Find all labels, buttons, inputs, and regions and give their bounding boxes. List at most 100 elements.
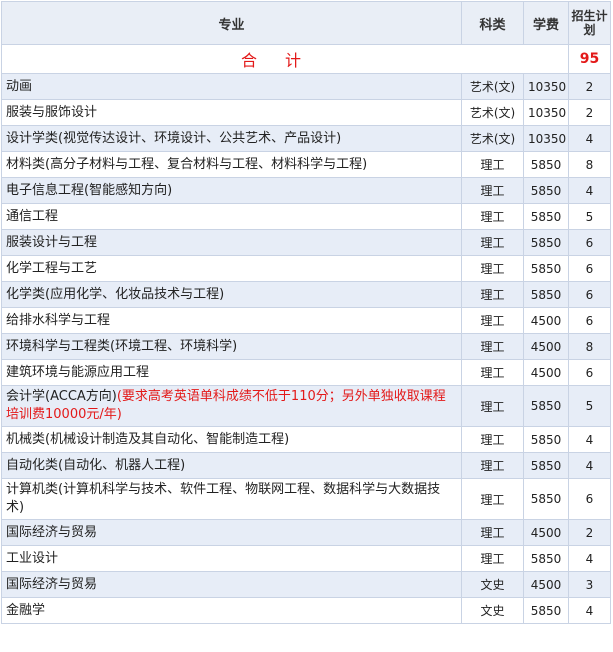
fee-cell: 4500 bbox=[523, 519, 569, 546]
fee-cell: 5850 bbox=[523, 545, 569, 572]
quota-cell: 2 bbox=[568, 99, 611, 126]
fee-cell: 5850 bbox=[523, 478, 569, 520]
quota-cell: 4 bbox=[568, 545, 611, 572]
major-cell: 服装与服饰设计 bbox=[1, 99, 462, 126]
fee-cell: 5850 bbox=[523, 151, 569, 178]
fee-cell: 5850 bbox=[523, 177, 569, 204]
table-row: 建筑环境与能源应用工程 理工 4500 6 bbox=[1, 359, 611, 386]
fee-cell: 4500 bbox=[523, 333, 569, 360]
category-cell: 文史 bbox=[461, 597, 524, 624]
table-row: 工业设计 理工 5850 4 bbox=[1, 545, 611, 572]
quota-cell: 8 bbox=[568, 151, 611, 178]
major-cell: 材料类(高分子材料与工程、复合材料与工程、材料科学与工程) bbox=[1, 151, 462, 178]
fee-cell: 10350 bbox=[523, 125, 569, 152]
table-row: 给排水科学与工程 理工 4500 6 bbox=[1, 307, 611, 334]
major-name: 化学工程与工艺 bbox=[6, 260, 98, 276]
fee-cell: 5850 bbox=[523, 452, 569, 479]
quota-cell: 4 bbox=[568, 597, 611, 624]
category-cell: 理工 bbox=[461, 177, 524, 204]
major-name: 环境科学与工程类(环境工程、环境科学) bbox=[6, 338, 238, 354]
table-row: 化学类(应用化学、化妆品技术与工程) 理工 5850 6 bbox=[1, 281, 611, 308]
quota-cell: 5 bbox=[568, 203, 611, 230]
major-name: 通信工程 bbox=[6, 208, 59, 224]
total-row: 合计 95 bbox=[1, 44, 611, 74]
table-row: 国际经济与贸易 理工 4500 2 bbox=[1, 519, 611, 546]
quota-cell: 3 bbox=[568, 571, 611, 598]
major-name: 会计学(ACCA方向) bbox=[6, 389, 117, 404]
category-cell: 理工 bbox=[461, 545, 524, 572]
major-name: 机械类(机械设计制造及其自动化、智能制造工程) bbox=[6, 431, 290, 447]
header-major: 专业 bbox=[1, 1, 462, 45]
category-cell: 理工 bbox=[461, 359, 524, 386]
major-name: 自动化类(自动化、机器人工程) bbox=[6, 457, 186, 473]
table-row: 材料类(高分子材料与工程、复合材料与工程、材料科学与工程) 理工 5850 8 bbox=[1, 151, 611, 178]
table-row: 服装设计与工程 理工 5850 6 bbox=[1, 229, 611, 256]
table-row: 化学工程与工艺 理工 5850 6 bbox=[1, 255, 611, 282]
table-row: 机械类(机械设计制造及其自动化、智能制造工程) 理工 5850 4 bbox=[1, 426, 611, 453]
table-row: 会计学(ACCA方向)(要求高考英语单科成绩不低于110分；另外单独收取课程培训… bbox=[1, 385, 611, 427]
fee-cell: 10350 bbox=[523, 73, 569, 100]
major-cell: 自动化类(自动化、机器人工程) bbox=[1, 452, 462, 479]
quota-cell: 6 bbox=[568, 255, 611, 282]
major-cell: 设计学类(视觉传达设计、环境设计、公共艺术、产品设计) bbox=[1, 125, 462, 152]
major-name: 国际经济与贸易 bbox=[6, 524, 98, 540]
quota-cell: 4 bbox=[568, 426, 611, 453]
major-name: 化学类(应用化学、化妆品技术与工程) bbox=[6, 286, 225, 302]
major-name: 计算机类(计算机科学与技术、软件工程、物联网工程、数据科学与大数据技术) bbox=[6, 482, 441, 515]
fee-cell: 4500 bbox=[523, 307, 569, 334]
quota-cell: 6 bbox=[568, 229, 611, 256]
major-cell: 电子信息工程(智能感知方向) bbox=[1, 177, 462, 204]
quota-cell: 6 bbox=[568, 307, 611, 334]
major-cell: 化学工程与工艺 bbox=[1, 255, 462, 282]
fee-cell: 4500 bbox=[523, 571, 569, 598]
category-cell: 理工 bbox=[461, 151, 524, 178]
table-row: 电子信息工程(智能感知方向) 理工 5850 4 bbox=[1, 177, 611, 204]
quota-cell: 4 bbox=[568, 125, 611, 152]
major-cell: 工业设计 bbox=[1, 545, 462, 572]
major-cell: 通信工程 bbox=[1, 203, 462, 230]
total-count: 95 bbox=[568, 44, 611, 74]
category-cell: 艺术(文) bbox=[461, 73, 524, 100]
table-row: 计算机类(计算机科学与技术、软件工程、物联网工程、数据科学与大数据技术) 理工 58… bbox=[1, 478, 611, 520]
category-cell: 理工 bbox=[461, 426, 524, 453]
table-row: 环境科学与工程类(环境工程、环境科学) 理工 4500 8 bbox=[1, 333, 611, 360]
enrollment-table: 专业 科类 学费 招生计划 合计 95 动画 艺术(文) 10350 2 服装与服饰设计… bbox=[1, 1, 611, 624]
header-row: 专业 科类 学费 招生计划 bbox=[1, 1, 611, 45]
major-name: 建筑环境与能源应用工程 bbox=[6, 364, 150, 380]
category-cell: 理工 bbox=[461, 452, 524, 479]
quota-cell: 6 bbox=[568, 359, 611, 386]
category-cell: 理工 bbox=[461, 519, 524, 546]
category-cell: 理工 bbox=[461, 307, 524, 334]
major-name: 服装与服饰设计 bbox=[6, 104, 98, 120]
quota-cell: 4 bbox=[568, 177, 611, 204]
table-row: 金融学 文史 5850 4 bbox=[1, 597, 611, 624]
table-row: 通信工程 理工 5850 5 bbox=[1, 203, 611, 230]
major-cell: 会计学(ACCA方向)(要求高考英语单科成绩不低于110分；另外单独收取课程培训… bbox=[1, 385, 462, 427]
major-cell: 国际经济与贸易 bbox=[1, 571, 462, 598]
category-cell: 理工 bbox=[461, 385, 524, 427]
table-row: 自动化类(自动化、机器人工程) 理工 5850 4 bbox=[1, 452, 611, 479]
fee-cell: 5850 bbox=[523, 255, 569, 282]
table-row: 服装与服饰设计 艺术(文) 10350 2 bbox=[1, 99, 611, 126]
major-cell: 环境科学与工程类(环境工程、环境科学) bbox=[1, 333, 462, 360]
major-name: 设计学类(视觉传达设计、环境设计、公共艺术、产品设计) bbox=[6, 130, 342, 146]
quota-cell: 8 bbox=[568, 333, 611, 360]
fee-cell: 5850 bbox=[523, 203, 569, 230]
quota-cell: 2 bbox=[568, 73, 611, 100]
quota-cell: 2 bbox=[568, 519, 611, 546]
major-cell: 国际经济与贸易 bbox=[1, 519, 462, 546]
category-cell: 艺术(文) bbox=[461, 125, 524, 152]
fee-cell: 5850 bbox=[523, 281, 569, 308]
total-label: 合计 bbox=[1, 44, 569, 74]
major-cell: 化学类(应用化学、化妆品技术与工程) bbox=[1, 281, 462, 308]
category-cell: 理工 bbox=[461, 255, 524, 282]
header-category: 科类 bbox=[461, 1, 524, 45]
major-name: 金融学 bbox=[6, 602, 46, 618]
major-cell: 金融学 bbox=[1, 597, 462, 624]
fee-cell: 4500 bbox=[523, 359, 569, 386]
category-cell: 艺术(文) bbox=[461, 99, 524, 126]
quota-cell: 4 bbox=[568, 452, 611, 479]
major-name: 服装设计与工程 bbox=[6, 234, 98, 250]
major-cell: 机械类(机械设计制造及其自动化、智能制造工程) bbox=[1, 426, 462, 453]
quota-cell: 5 bbox=[568, 385, 611, 427]
